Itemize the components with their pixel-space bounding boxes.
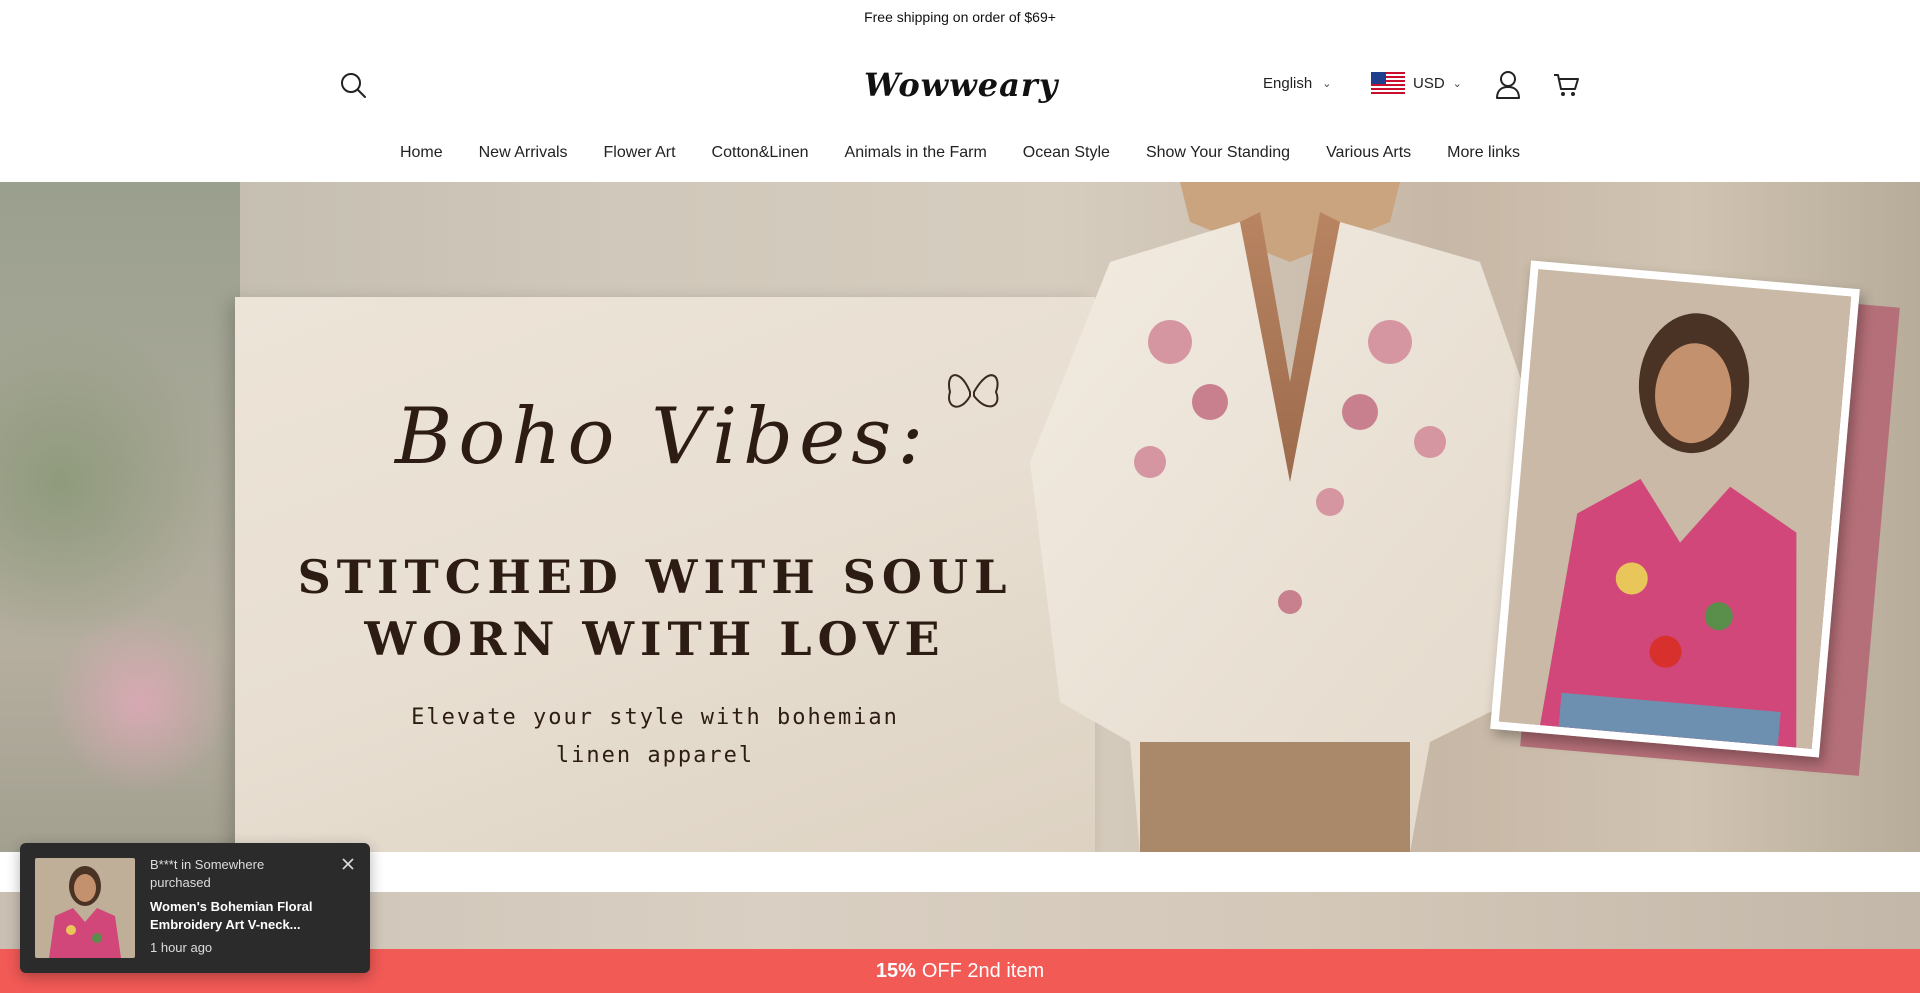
announcement-bar: Free shipping on order of $69+ [0,0,1920,34]
nav-item-flower-art[interactable]: Flower Art [586,140,694,182]
nav-item-home[interactable]: Home [382,140,461,182]
recent-purchase-popup[interactable]: B***t in Somewhere purchased Women's Boh… [20,843,370,973]
promo-text: OFF 2nd item [921,959,1045,982]
logo-text: Wowweary [864,66,1060,104]
us-flag-icon [1371,72,1405,94]
hero-script-title: Boho Vibes: [395,392,930,482]
nav-item-more-links[interactable]: More links [1429,140,1538,182]
hero-model-image [1030,182,1550,852]
close-icon [342,858,354,870]
hero-subtitle: Elevate your style with bohemian linen a… [411,705,899,768]
nav-item-animals-farm[interactable]: Animals in the Farm [827,140,1005,182]
nav-item-cotton-linen[interactable]: Cotton&Linen [694,140,827,182]
user-icon [1496,71,1520,99]
currency-label: USD [1413,74,1445,92]
cart-button[interactable] [1552,71,1580,99]
search-icon [341,73,366,98]
site-header: Wowweary English ⌄ USD ⌄ [0,34,1920,134]
popup-product-image[interactable] [35,858,135,958]
popup-buyer-text: B***t in Somewhere purchased [150,857,265,890]
chevron-down-icon: ⌄ [1322,78,1332,90]
popup-time: 1 hour ago [150,940,213,955]
nav-item-show-your-standing[interactable]: Show Your Standing [1128,140,1308,182]
nav-item-new-arrivals[interactable]: New Arrivals [461,140,586,182]
cart-icon [1554,74,1579,96]
promo-discount: 15% [875,959,916,982]
announcement-text: Free shipping on order of $69+ [864,9,1056,25]
site-logo[interactable]: Wowweary [860,64,1060,104]
chevron-down-icon: ⌄ [1452,77,1462,90]
hero-inset-photo [1490,260,1860,758]
language-label: English [1263,75,1313,92]
nav-item-various-arts[interactable]: Various Arts [1308,140,1429,182]
main-nav: Home New Arrivals Flower Art Cotton&Line… [0,140,1920,182]
language-selector[interactable]: English ⌄ [1263,75,1331,92]
account-button[interactable] [1494,70,1522,100]
currency-selector[interactable]: USD ⌄ [1371,72,1462,94]
popup-product-name[interactable]: Women's Bohemian Floral Embroidery Art V… [150,898,330,934]
hero-banner[interactable]: Boho Vibes: STITCHED WITH SOUL WORN WITH… [0,182,1920,852]
popup-close-button[interactable] [340,856,356,872]
hero-headline-line2: WORN WITH LOVE [364,612,946,666]
butterfly-icon [948,374,999,408]
nav-item-ocean-style[interactable]: Ocean Style [1005,140,1128,182]
search-button[interactable] [338,70,368,100]
hero-headline-line1: STITCHED WITH SOUL [297,550,1013,604]
hero-floral-texture [0,182,240,852]
